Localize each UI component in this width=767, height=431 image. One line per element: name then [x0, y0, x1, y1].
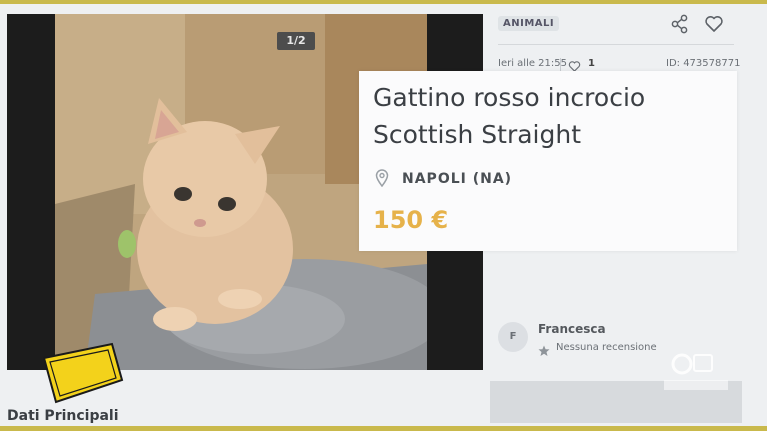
review-status: Nessuna recensione: [556, 342, 657, 353]
likes-count: 1: [588, 58, 595, 69]
seller-name[interactable]: Francesca: [538, 322, 606, 336]
price: 150 €: [373, 206, 449, 234]
post-date: Ieri alle 21:55: [498, 58, 568, 69]
category-badge[interactable]: ANIMALI: [498, 16, 560, 31]
striscia-logo: [42, 340, 124, 406]
listing-title: Gattino rosso incrocio Scottish Straight: [373, 83, 646, 149]
header-divider: [498, 44, 734, 45]
section-title: Dati Principali: [7, 408, 119, 424]
share-icon[interactable]: [670, 14, 690, 34]
bottom-frame-bar: [0, 426, 767, 431]
heart-icon[interactable]: [704, 14, 724, 34]
canale5-mediaset-logo: [660, 352, 732, 398]
image-counter: 1/2: [277, 32, 315, 50]
avatar[interactable]: F: [498, 322, 528, 352]
location-text: NAPOLI (NA): [402, 171, 513, 187]
meta-divider: [560, 58, 561, 71]
listing-id: ID: 473578771: [666, 58, 741, 69]
likes-heart-icon: [568, 58, 581, 72]
star-icon: [538, 342, 550, 356]
location-pin-icon: [375, 169, 389, 188]
zoomed-title-card: Gattino rosso incrocio Scottish Straight…: [359, 71, 737, 251]
